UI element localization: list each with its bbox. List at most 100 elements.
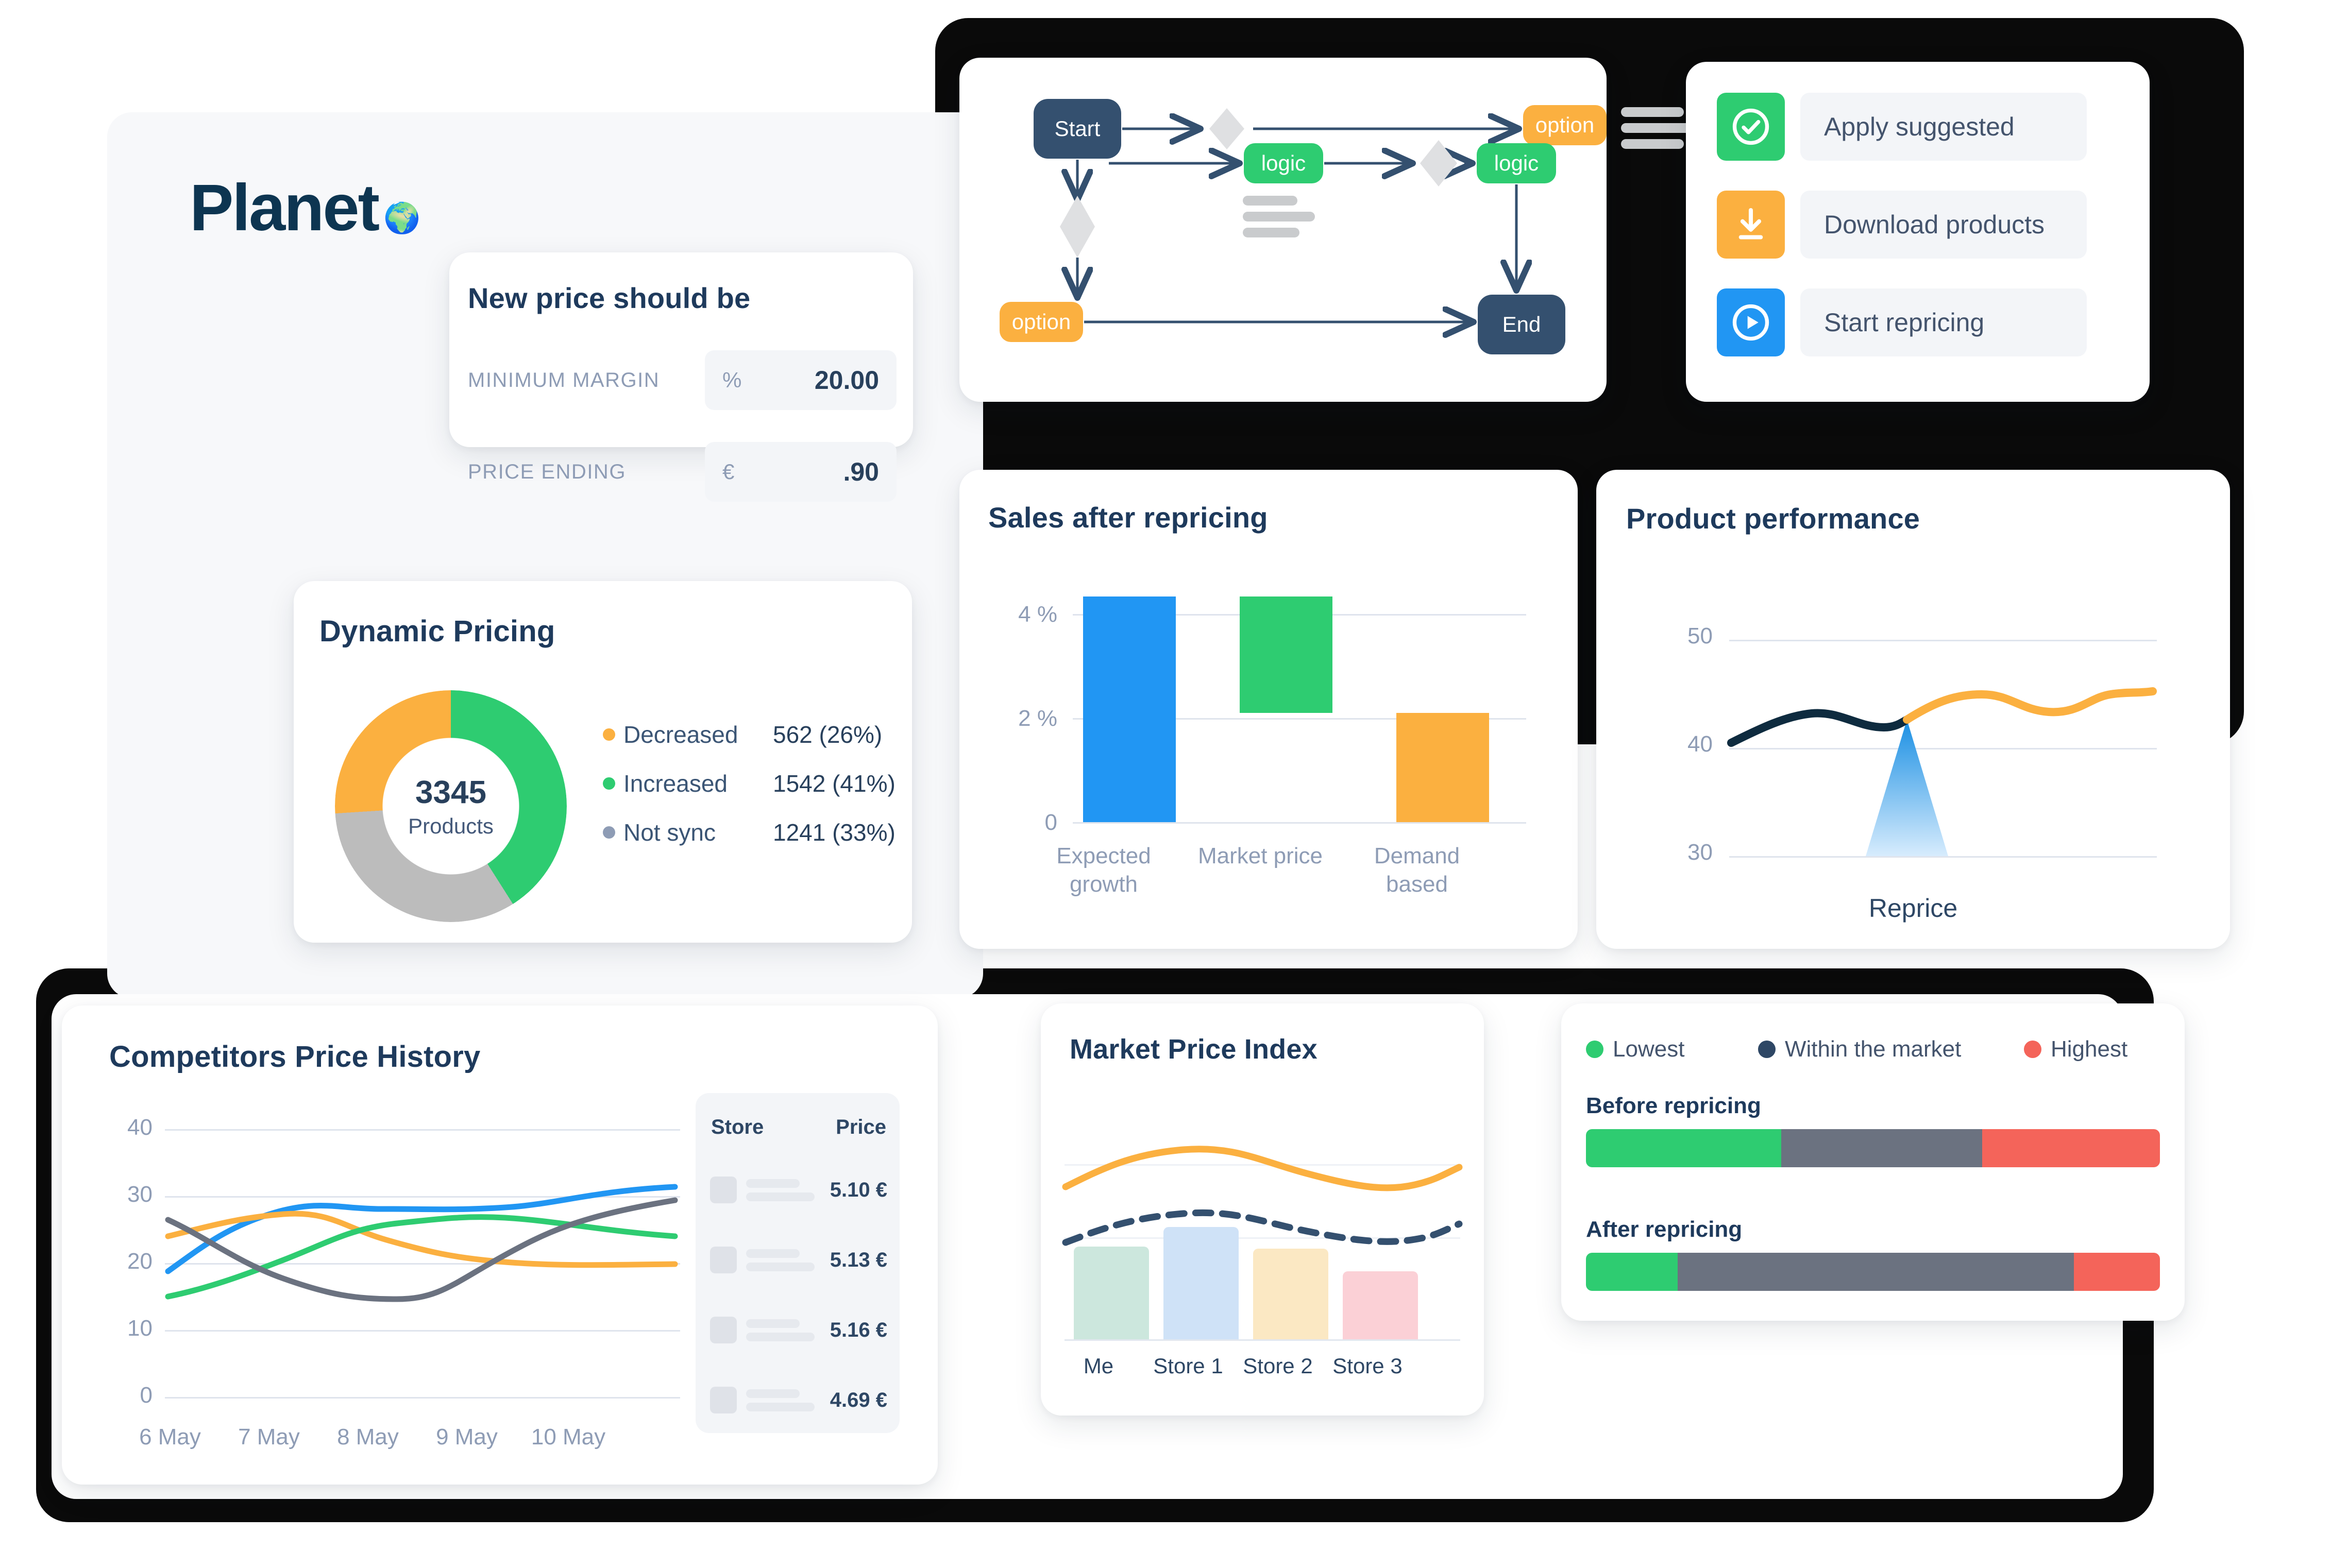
store-name-placeholder [746, 1179, 821, 1201]
legend-label-increased: Increased [623, 770, 728, 797]
dashboard-collage: Planet 🌍 New price should be MINIMUM MAR… [0, 0, 2331, 1568]
after-repricing-heading: After repricing [1586, 1217, 1743, 1242]
legend-dot-highest [2024, 1041, 2041, 1058]
store-name-placeholder [746, 1319, 821, 1341]
action-label-apply-suggested: Apply suggested [1800, 93, 2087, 161]
legend-lowest: Lowest [1586, 1036, 1684, 1062]
legend-label-lowest: Lowest [1613, 1036, 1685, 1062]
download-icon [1717, 191, 1785, 259]
ytick-40: 40 [127, 1115, 153, 1140]
store-price: 5.13 € [830, 1248, 887, 1271]
mtick-store-3: Store 3 [1332, 1354, 1403, 1378]
table-row[interactable]: 5.16 € [710, 1308, 887, 1352]
price-ending-label: PRICE ENDING [468, 460, 626, 483]
before-segment-within-market [1781, 1129, 1982, 1167]
market-price-index-card: Market Price Index Me Store 1 Store 2 St… [1041, 1003, 1484, 1416]
ytick-0: 0 [1044, 810, 1057, 835]
ytick-30: 30 [1687, 840, 1713, 865]
legend-label-highest: Highest [2051, 1036, 2128, 1062]
table-row[interactable]: 5.13 € [710, 1238, 887, 1282]
product-performance-card: Product performance 50 40 30 Reprice [1596, 470, 2230, 949]
legend-item-decreased: Decreased 562 (26%) [603, 710, 896, 759]
xtick-expected-growth: Expected growth [1056, 843, 1151, 897]
repricing-comparison-card: Lowest Within the market Highest Before … [1561, 1003, 2185, 1321]
legend-dot-lowest [1586, 1041, 1603, 1058]
flow-node-logic-1[interactable]: logic [1244, 143, 1323, 183]
legend-label-not-sync: Not sync [623, 819, 716, 846]
flow-node-logic-2[interactable]: logic [1477, 143, 1556, 183]
minimum-margin-value: 20.00 [814, 366, 879, 395]
perf-line-after [1903, 687, 2157, 724]
before-repricing-bar [1586, 1129, 2160, 1167]
bar-expected-growth [1083, 596, 1176, 822]
legend-highest: Highest [2024, 1036, 2127, 1062]
legend-dot-within-market [1758, 1041, 1776, 1058]
xtick-market-price: Market price [1197, 843, 1323, 868]
action-apply-suggested[interactable]: Apply suggested [1717, 93, 2087, 161]
ytick-20: 20 [127, 1249, 153, 1274]
table-header-store: Store [711, 1116, 764, 1138]
minimum-margin-label: MINIMUM MARGIN [468, 368, 660, 391]
flow-node-end[interactable]: End [1478, 295, 1565, 354]
perf-plot-area [1727, 640, 2157, 858]
competitors-chart-title: Competitors Price History [109, 1040, 481, 1073]
table-row[interactable]: 4.69 € [710, 1378, 887, 1422]
brand-name: Planet [190, 171, 380, 245]
legend-value-decreased: 562 (26%) [773, 721, 883, 748]
store-price: 4.69 € [830, 1388, 887, 1411]
action-download-products[interactable]: Download products [1717, 191, 2087, 259]
store-logo-placeholder [710, 1177, 737, 1203]
legend-value-increased: 1542 (41%) [773, 770, 896, 797]
ytick-4-percent: 4 % [1018, 602, 1057, 627]
price-ending-field[interactable]: € .90 [705, 442, 897, 502]
sales-chart-title: Sales after repricing [988, 501, 1268, 534]
legend-label-within-market: Within the market [1785, 1036, 1962, 1062]
table-header-price: Price [836, 1116, 886, 1138]
mtick-store-1: Store 1 [1153, 1354, 1223, 1378]
price-ending-value: .90 [843, 457, 879, 486]
store-name-placeholder [746, 1389, 821, 1411]
legend-value-not-sync: 1241 (33%) [773, 819, 896, 846]
xtick-9-may: 9 May [436, 1424, 498, 1450]
minimum-margin-field[interactable]: % 20.00 [705, 350, 897, 410]
mtick-store-2: Store 2 [1243, 1354, 1313, 1378]
legend-dot-not-sync [603, 826, 615, 839]
flow-node-option-1[interactable]: option [1523, 105, 1607, 145]
action-start-repricing[interactable]: Start repricing [1717, 288, 2087, 356]
donut-center-value: 3345 [415, 774, 486, 810]
legend-item-increased: Increased 1542 (41%) [603, 759, 896, 808]
ytick-0: 0 [140, 1383, 153, 1408]
series-line-green [165, 1214, 678, 1300]
after-segment-within-market [1678, 1253, 2074, 1291]
flow-node-option-2[interactable]: option [1000, 302, 1083, 342]
store-name-placeholder [746, 1249, 821, 1271]
ytick-2-percent: 2 % [1018, 706, 1057, 731]
dynamic-pricing-donut-chart: 3345 Products [335, 690, 567, 922]
gridline-0 [1073, 822, 1526, 824]
ytick-40: 40 [1687, 731, 1713, 757]
before-segment-lowest [1586, 1129, 1781, 1167]
mtick-me: Me [1083, 1354, 1114, 1378]
store-logo-placeholder [710, 1247, 737, 1273]
perf-series-svg [1727, 687, 2157, 856]
ytick-50: 50 [1687, 623, 1713, 649]
decision-diamond-3 [1420, 140, 1457, 186]
competitors-series-svg [165, 1184, 678, 1302]
bar-market-price [1240, 596, 1332, 713]
legend-dot-increased [603, 777, 615, 790]
table-row[interactable]: 5.10 € [710, 1168, 887, 1212]
flow-node-start[interactable]: Start [1034, 99, 1121, 159]
market-line-dashed [1062, 1209, 1463, 1246]
flow-diagram-card: Start option logic logic option End [959, 58, 1697, 402]
brand-logo: Planet 🌍 [190, 170, 420, 246]
dynamic-pricing-legend: Decreased 562 (26%) Increased 1542 (41%)… [603, 710, 896, 857]
donut-center-label: Products [408, 813, 494, 838]
before-repricing-heading: Before repricing [1586, 1093, 1761, 1118]
play-circle-icon [1717, 288, 1785, 356]
xtick-7-may: 7 May [238, 1424, 300, 1450]
ytick-30: 30 [127, 1182, 153, 1207]
competitors-plot-area [165, 1129, 680, 1399]
sales-after-repricing-card: Sales after repricing 4 % 2 % 0 Expected… [959, 470, 1578, 949]
store-price: 5.10 € [830, 1178, 887, 1201]
legend-within-market: Within the market [1758, 1036, 1961, 1062]
